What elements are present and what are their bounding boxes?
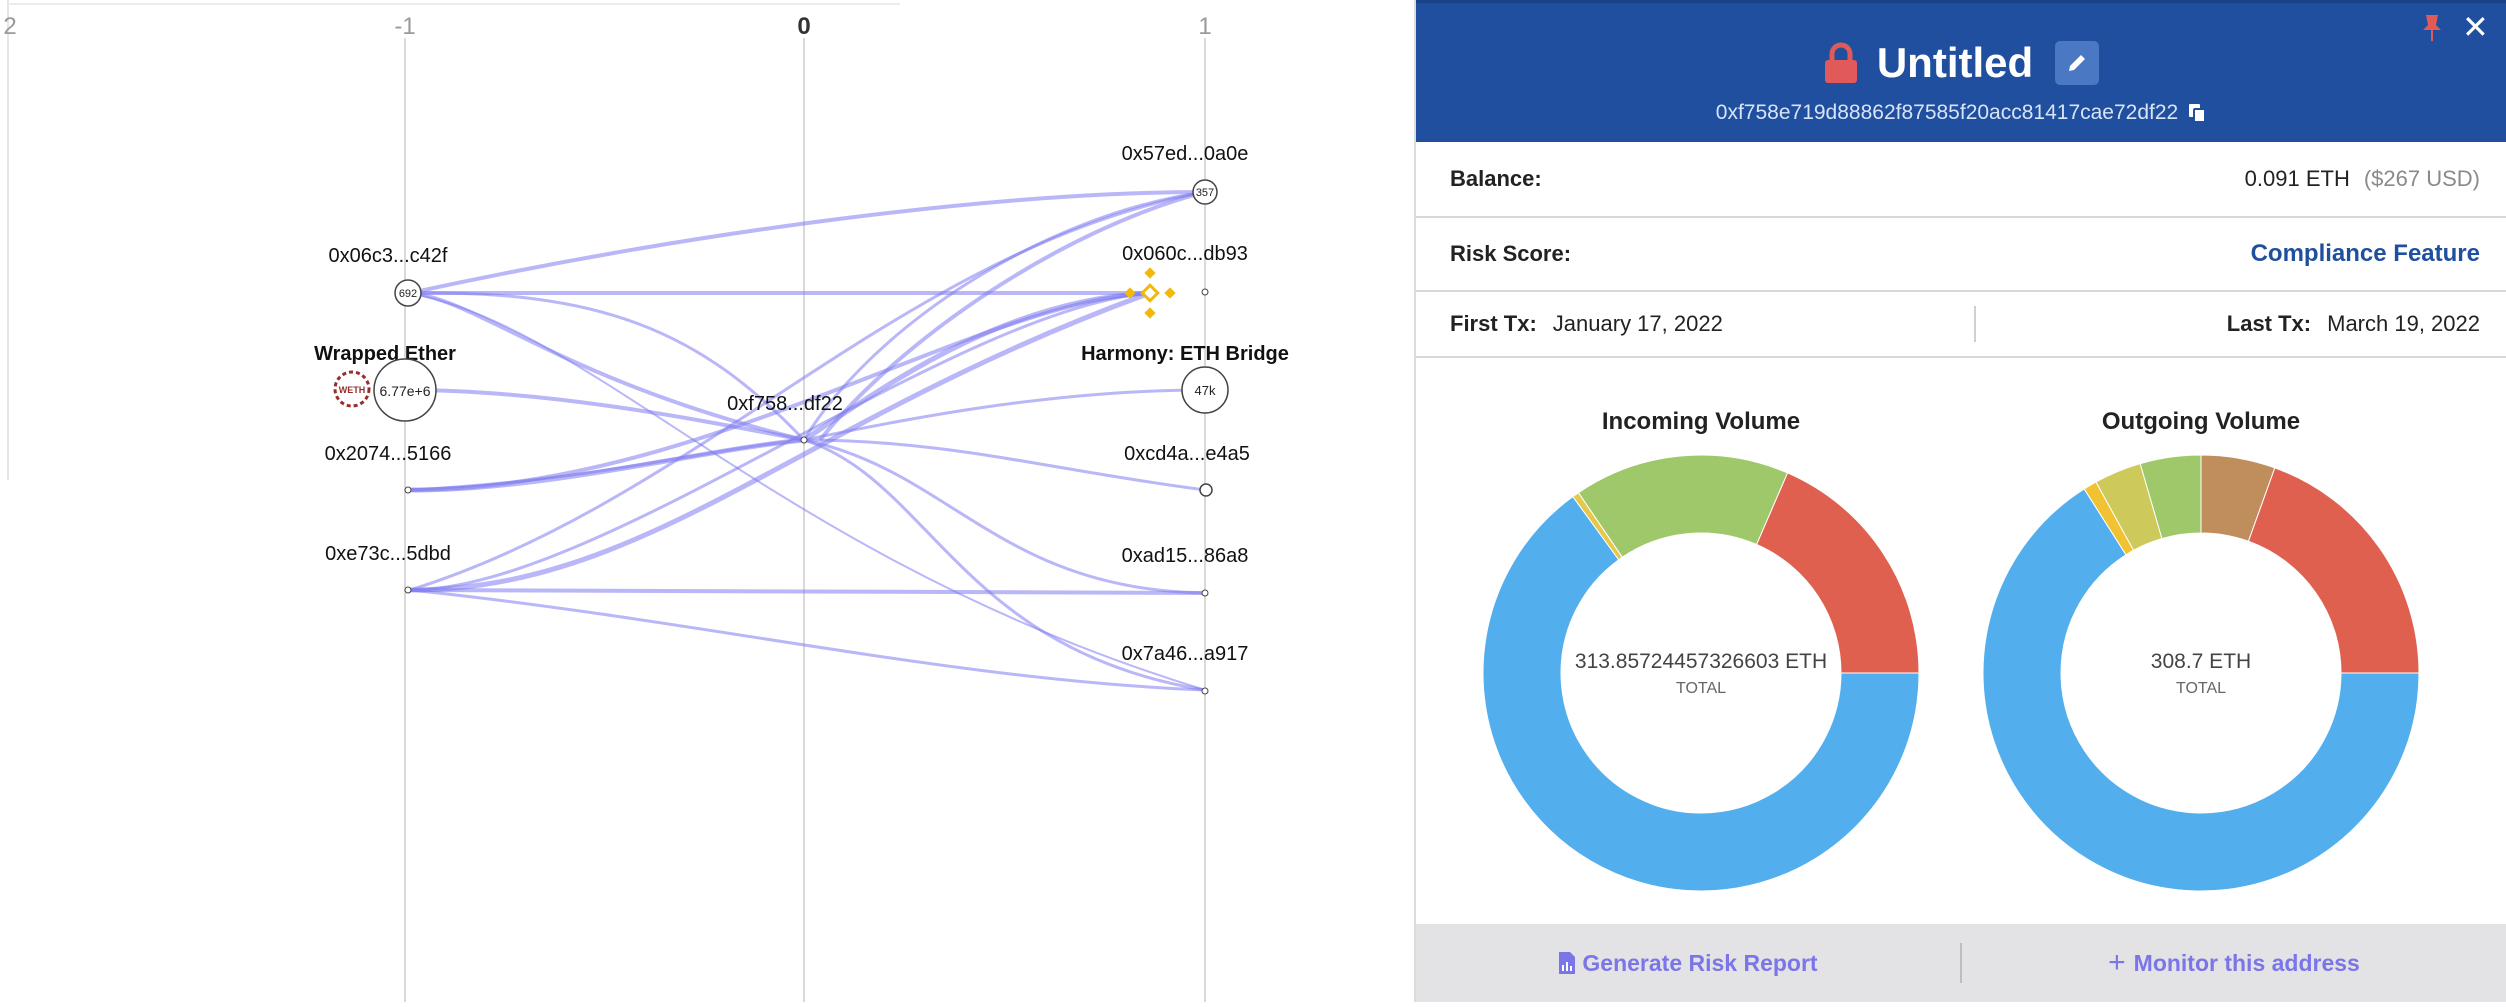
node-label: Harmony: ETH Bridge (1081, 343, 1289, 365)
incoming-volume-donut[interactable] (1482, 454, 1920, 892)
node-badge: 357 (1196, 187, 1214, 199)
edge[interactable] (409, 588, 1206, 692)
node-0xe73c[interactable]: 0xe73c...5dbd (325, 543, 451, 594)
panel-header: ✕ Untitled 0xf758e719d88862f87585f20acc8… (1416, 0, 2506, 142)
pencil-icon (2069, 55, 2086, 71)
weth-logo-icon: WETH (333, 370, 371, 408)
transaction-graph[interactable]: 2 -1 0 1 0x57ed...0a0e 357 0x06c3...c42f… (0, 0, 1414, 1002)
axis-tick-label: 2 (3, 13, 16, 40)
node-label: 0x57ed...0a0e (1122, 143, 1249, 165)
edge[interactable] (409, 588, 1206, 595)
outgoing-chart-title: Outgoing Volume (2101, 408, 2301, 435)
lock-icon (1824, 42, 1857, 83)
node-wrapped-ether[interactable]: Wrapped Ether WETH 6.77e+6 (314, 343, 456, 422)
risk-label: Risk Score: (1450, 241, 1572, 266)
last-tx-label: Last Tx: (2226, 311, 2312, 336)
generate-risk-report-button[interactable]: Generate Risk Report (1416, 950, 1960, 977)
copy-icon[interactable] (2188, 103, 2207, 123)
balance-label: Balance: (1450, 166, 1542, 191)
full-address: 0xf758e719d88862f87585f20acc81417cae72df… (1715, 101, 2179, 124)
last-tx-value: March 19, 2022 (2327, 311, 2480, 336)
node-label: 0xe73c...5dbd (325, 543, 451, 565)
edge[interactable] (409, 190, 1206, 295)
node-label: 0xcd4a...e4a5 (1124, 443, 1250, 465)
binance-icon (1124, 267, 1176, 319)
edge[interactable] (409, 190, 1206, 592)
compliance-feature-link[interactable]: Compliance Feature (2251, 240, 2480, 268)
monitor-address-button[interactable]: + Monitor this address (1962, 946, 2506, 980)
report-icon (1559, 952, 1576, 974)
generate-risk-report-label: Generate Risk Report (1582, 949, 1818, 976)
node-label: 0x7a46...a917 (1122, 643, 1249, 665)
monitor-address-label: Monitor this address (2133, 949, 2360, 976)
node-badge: 692 (399, 288, 417, 300)
tx-dates-row: First Tx: January 17, 2022 Last Tx: Marc… (1416, 292, 2506, 358)
donut-slice[interactable] (2247, 467, 2420, 674)
incoming-total-value: 313.85724457326603 ETH (1575, 650, 1827, 673)
node-0x060c[interactable]: 0x060c...db93 (1122, 243, 1248, 319)
node-label: Wrapped Ether (314, 343, 456, 365)
edit-title-button[interactable] (2055, 41, 2100, 85)
node-harmony-eth-bridge[interactable]: Harmony: ETH Bridge 47k (1081, 343, 1289, 414)
node-label: 0x06c3...c42f (329, 245, 448, 267)
plus-icon: + (2108, 946, 2126, 979)
node-label: 0xf758...df22 (727, 393, 843, 415)
incoming-total-label: TOTAL (1676, 680, 1726, 697)
balance-row: Balance: 0.091 ETH ($267 USD) (1416, 142, 2506, 218)
outgoing-volume-donut[interactable] (1982, 454, 2420, 892)
node-badge: 6.77e+6 (380, 383, 431, 399)
node-label: 0x2074...5166 (325, 443, 452, 465)
address-details-panel: ✕ Untitled 0xf758e719d88862f87585f20acc8… (1414, 0, 2506, 1002)
axis-tick-label: -1 (394, 13, 415, 40)
svg-text:WETH: WETH (339, 385, 366, 395)
graph-canvas[interactable]: 2 -1 0 1 0x57ed...0a0e 357 0x06c3...c42f… (0, 0, 1414, 1002)
node-0x2074[interactable]: 0x2074...5166 (325, 443, 452, 494)
balance-value: 0.091 ETH (2244, 166, 2350, 191)
panel-footer: Generate Risk Report + Monitor this addr… (1416, 924, 2506, 1002)
outgoing-total-value: 308.7 ETH (2151, 650, 2251, 673)
node-label: 0xad15...86a8 (1122, 545, 1249, 567)
axis-tick-label: 1 (1198, 13, 1211, 40)
balance-usd: ($267 USD) (2363, 166, 2480, 191)
outgoing-total-label: TOTAL (2176, 680, 2226, 697)
node-badge: 47k (1195, 383, 1216, 398)
divider (1973, 306, 1976, 342)
first-tx-value: January 17, 2022 (1552, 311, 1723, 336)
incoming-chart-title: Incoming Volume (1601, 408, 1801, 435)
risk-row: Risk Score: Compliance Feature (1416, 218, 2506, 292)
node-label: 0x060c...db93 (1122, 243, 1248, 265)
volume-charts: 313.85724457326603 ETH TOTAL 308.7 ETH T… (1482, 454, 2420, 892)
address-title: Untitled (1876, 39, 2034, 86)
axis-tick-label: 0 (797, 13, 810, 40)
first-tx-label: First Tx: (1450, 311, 1537, 336)
donut-slice[interactable] (1755, 472, 1920, 674)
